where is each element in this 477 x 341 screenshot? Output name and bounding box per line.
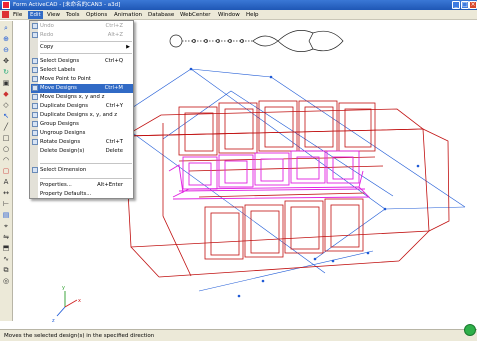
- wireframe-icon[interactable]: ◇: [1, 100, 11, 110]
- ungroup-icon: [32, 130, 38, 136]
- duplicate-icon: [32, 103, 38, 109]
- move-xyz-icon: [32, 94, 38, 100]
- menu-tools[interactable]: Tools: [64, 11, 82, 19]
- status-bar: Moves the selected design(s) in the spec…: [0, 324, 477, 341]
- menu-animation[interactable]: Animation: [112, 11, 144, 19]
- move-designs-icon: [32, 85, 38, 91]
- menu-item-copy[interactable]: Copy ▶: [31, 43, 133, 52]
- menu-separator: [40, 178, 132, 179]
- app-logo-icon: [2, 1, 10, 9]
- close-button[interactable]: ×: [469, 1, 477, 9]
- document-icon[interactable]: [2, 11, 9, 18]
- menu-item-delete-designs[interactable]: Delete Design(s) Delete: [31, 147, 133, 156]
- menu-item-select-dimension[interactable]: Select Dimension: [31, 166, 133, 175]
- box-tool-icon[interactable]: ▢: [1, 166, 11, 176]
- select-icon[interactable]: ↖: [1, 111, 11, 121]
- group-icon: [32, 121, 38, 127]
- boolean-icon[interactable]: ⧉: [1, 265, 11, 275]
- sweep-icon[interactable]: ∿: [1, 254, 11, 264]
- edit-menu-dropdown: Undo Ctrl+Z Redo Alt+Z Copy ▶ Select Des…: [29, 20, 134, 199]
- guide-lines: [114, 68, 466, 292]
- snap-icon[interactable]: ⌖: [1, 221, 11, 231]
- window-title: Form ActiveCAD - [未命名的CAN3 - a3d]: [13, 2, 121, 8]
- menu-view[interactable]: View: [45, 11, 62, 19]
- menu-item-group-designs[interactable]: Group Designs: [31, 120, 133, 129]
- menu-item-duplicate-designs[interactable]: Duplicate Designs Ctrl+Y: [31, 102, 133, 111]
- guide-handles: [189, 67, 420, 298]
- status-text: Moves the selected design(s) in the spec…: [4, 333, 155, 339]
- pan-icon[interactable]: ✥: [1, 56, 11, 66]
- menu-options[interactable]: Options: [84, 11, 109, 19]
- rotate-view-icon[interactable]: ↻: [1, 67, 11, 77]
- hole-icon[interactable]: ◎: [1, 276, 11, 286]
- zoom-out-icon[interactable]: ⊖: [1, 45, 11, 55]
- rotate-icon: [32, 139, 38, 145]
- menu-item-move-designs[interactable]: Move Designs Ctrl+M: [31, 84, 133, 93]
- extrude-icon[interactable]: ⬒: [1, 243, 11, 253]
- status-indicator-icon[interactable]: [464, 324, 476, 336]
- menu-window[interactable]: Window: [216, 11, 242, 19]
- menu-help[interactable]: Help: [244, 11, 261, 19]
- menu-item-property-defaults[interactable]: Property Defaults...: [31, 190, 133, 199]
- select-dimension-icon: [32, 167, 38, 173]
- render-icon[interactable]: ◆: [1, 89, 11, 99]
- axis-y-label: y: [62, 285, 65, 291]
- left-toolbar: ⌕ ⊕ ⊖ ✥ ↻ ▣ ◆ ◇ ↖ ╱ □ ○ ◠ ▢ A ↔ ⊢ ▤ ⌖ ⇋ …: [0, 21, 13, 321]
- undo-icon: [32, 23, 38, 29]
- menu-item-rotate-designs[interactable]: Rotate Designs Ctrl+T: [31, 138, 133, 147]
- menu-database[interactable]: Database: [146, 11, 176, 19]
- menu-separator: [40, 163, 132, 164]
- menu-edit[interactable]: Edit: [28, 11, 43, 19]
- axis-x-label: x: [78, 298, 81, 304]
- menu-separator: [40, 53, 132, 54]
- submenu-arrow-icon: ▶: [126, 44, 130, 50]
- axis-triad: y x z: [52, 285, 81, 324]
- rectangle-tool-icon[interactable]: □: [1, 133, 11, 143]
- minimize-button[interactable]: _: [452, 1, 460, 9]
- layer-icon[interactable]: ▤: [1, 210, 11, 220]
- arc-tool-icon[interactable]: ◠: [1, 155, 11, 165]
- menu-item-select-designs[interactable]: Select Designs Ctrl+Q: [31, 57, 133, 66]
- menu-webcenter[interactable]: WebCenter: [178, 11, 213, 19]
- menu-item-redo[interactable]: Redo Alt+Z: [31, 31, 133, 40]
- duplicate-xyz-icon: [32, 112, 38, 118]
- text-tool-icon[interactable]: A: [1, 177, 11, 187]
- dimension-tool-icon[interactable]: ↔: [1, 188, 11, 198]
- redo-icon: [32, 32, 38, 38]
- menu-bar: File Edit View Tools Options Animation D…: [0, 10, 477, 20]
- line-tool-icon[interactable]: ╱: [1, 122, 11, 132]
- fit-view-icon[interactable]: ▣: [1, 78, 11, 88]
- selected-designs[interactable]: [168, 150, 371, 200]
- menu-separator: [40, 41, 132, 42]
- select-labels-icon: [32, 67, 38, 73]
- menu-item-move-point-to-point[interactable]: Move Point to Point: [31, 75, 133, 84]
- mirror-icon[interactable]: ⇋: [1, 232, 11, 242]
- circle-tool-icon[interactable]: ○: [1, 144, 11, 154]
- maximize-button[interactable]: □: [461, 1, 469, 9]
- axis-z-label: z: [52, 318, 55, 324]
- select-designs-icon: [32, 58, 38, 64]
- menu-item-ungroup-designs[interactable]: Ungroup Designs: [31, 129, 133, 138]
- zoom-in-icon[interactable]: ⊕: [1, 34, 11, 44]
- menu-item-move-designs-xyz[interactable]: Move Designs x, y and z: [31, 93, 133, 102]
- fish-outline: [169, 30, 344, 52]
- menu-item-select-labels[interactable]: Select Labels: [31, 66, 133, 75]
- menu-item-properties[interactable]: Properties... Alt+Enter: [31, 181, 133, 190]
- menu-item-undo[interactable]: Undo Ctrl+Z: [31, 22, 133, 31]
- menu-file[interactable]: File: [11, 11, 24, 19]
- move-point-icon: [32, 76, 38, 82]
- title-bar: Form ActiveCAD - [未命名的CAN3 - a3d] _ □ ×: [0, 0, 477, 10]
- menu-item-duplicate-designs-xyz[interactable]: Duplicate Designs x, y, and z: [31, 111, 133, 120]
- measure-tool-icon[interactable]: ⊢: [1, 199, 11, 209]
- zoom-icon[interactable]: ⌕: [1, 23, 11, 33]
